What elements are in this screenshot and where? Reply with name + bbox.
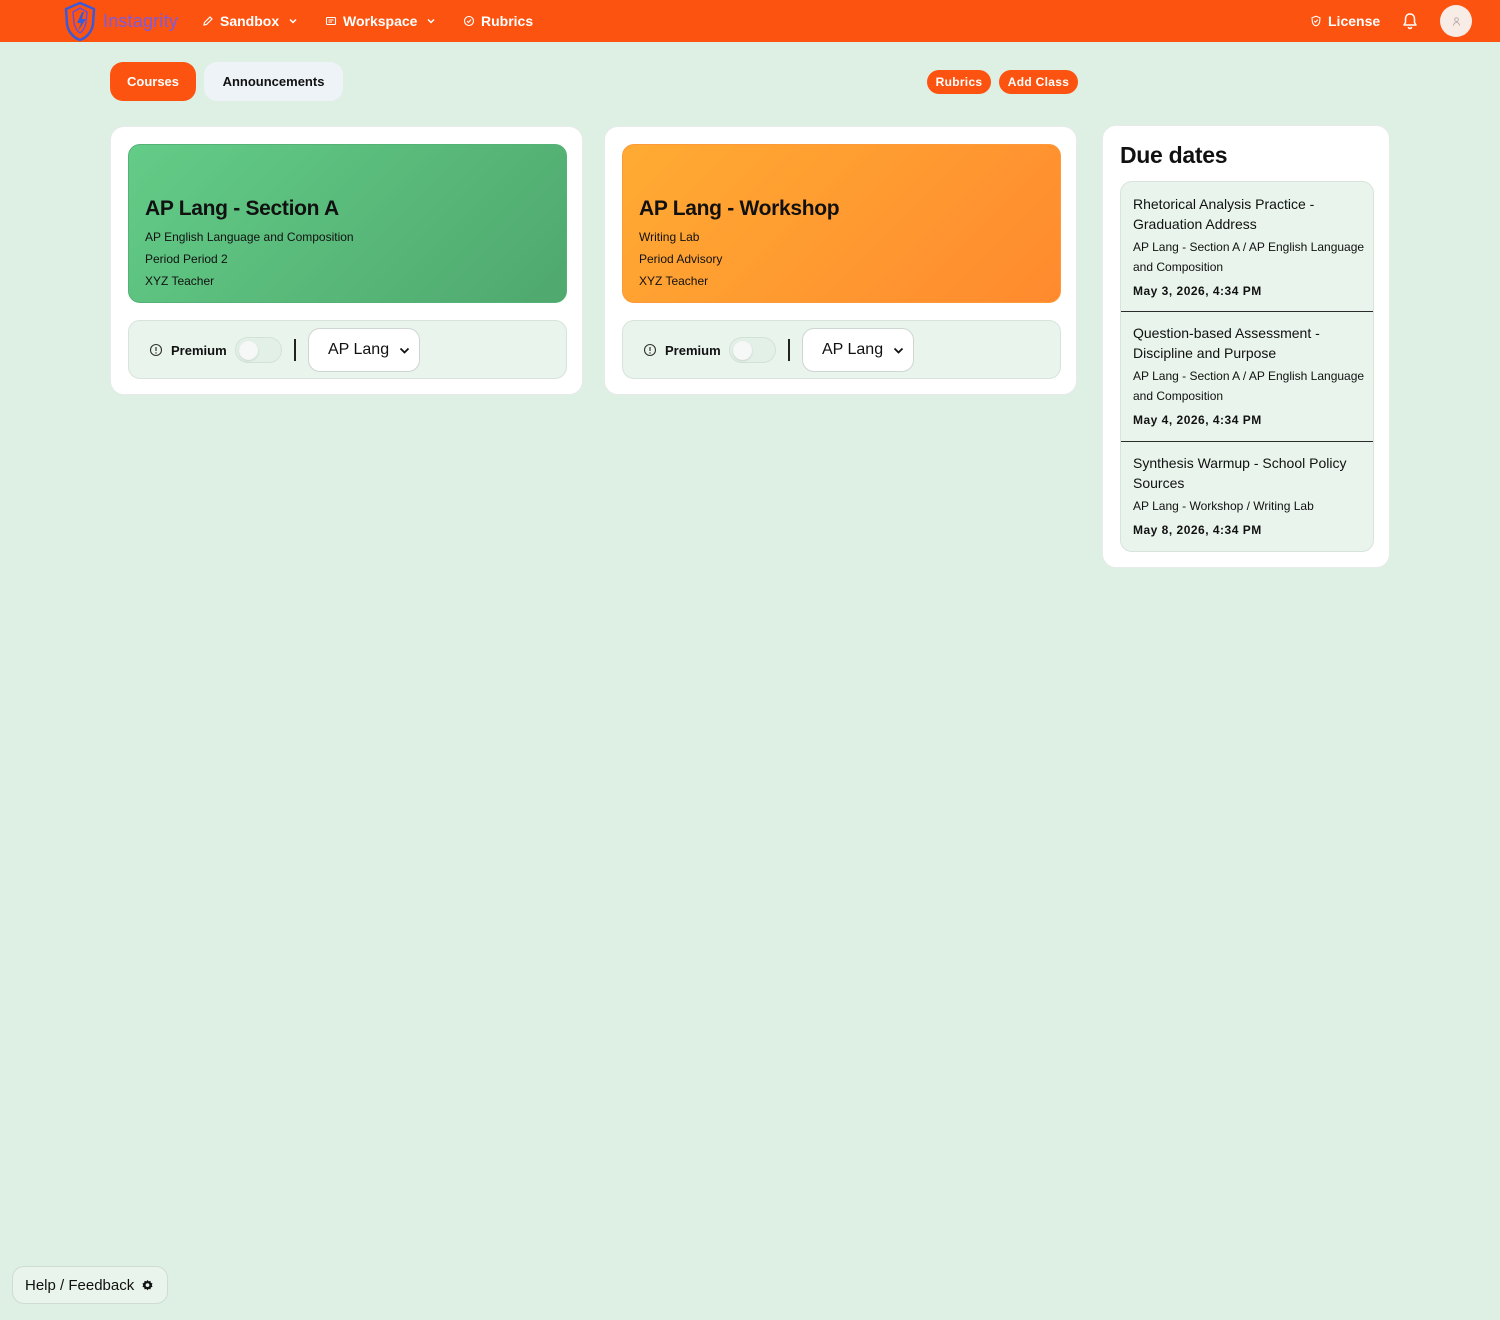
due-item-title: Rhetorical Analysis Practice - Graduatio…	[1133, 196, 1315, 232]
course-title: AP Lang - Section A	[145, 197, 339, 220]
nav-sandbox-label: Sandbox	[220, 13, 280, 29]
add-class-button[interactable]: Add Class	[999, 70, 1078, 94]
nav-license[interactable]: License	[1310, 0, 1380, 42]
toggle-knob	[733, 341, 752, 360]
info-icon[interactable]	[149, 343, 163, 357]
bell-icon[interactable]	[1400, 11, 1420, 31]
due-item-course: AP Lang - Section A / AP English Languag…	[1133, 369, 1365, 403]
course-controls: Premium AP Lang	[622, 320, 1061, 379]
premium-toggle[interactable]	[729, 337, 776, 363]
premium-toggle[interactable]	[235, 337, 282, 363]
due-item-course: AP Lang - Workshop / Writing Lab	[1133, 499, 1314, 513]
course-teacher: XYZ Teacher	[145, 274, 215, 288]
course-banner[interactable]: AP Lang - Workshop Writing Lab Period Ad…	[622, 144, 1061, 303]
due-item-course: AP Lang - Section A / AP English Languag…	[1133, 240, 1365, 274]
check-circle-icon	[463, 15, 475, 27]
rubrics-button[interactable]: Rubrics	[927, 70, 991, 94]
nav-workspace[interactable]: Workspace	[325, 0, 437, 42]
course-period: Period Period 2	[145, 252, 228, 266]
due-item-date: May 3, 2026, 4:34 PM	[1133, 284, 1262, 298]
due-item[interactable]: Rhetorical Analysis Practice - Graduatio…	[1121, 182, 1373, 312]
logo[interactable]: Instagrity	[60, 0, 178, 42]
gear-icon	[142, 1279, 153, 1291]
due-dates-title: Due dates	[1120, 142, 1228, 168]
toggle-knob	[239, 341, 258, 360]
divider	[294, 339, 296, 361]
course-select-value: AP Lang	[822, 341, 884, 358]
shield-check-icon	[1311, 15, 1321, 27]
premium-label: Premium	[171, 343, 227, 358]
due-item[interactable]: Synthesis Warmup - School Policy Sources…	[1121, 441, 1373, 551]
due-item[interactable]: Question-based Assessment - Discipline a…	[1121, 311, 1373, 441]
help-label: Help / Feedback	[25, 1276, 135, 1294]
chevron-down-icon	[289, 18, 297, 24]
user-icon	[1452, 16, 1460, 26]
top-nav-bar: Instagrity Sandbox Workspace Rubrics Lic…	[0, 0, 1500, 42]
pencil-icon	[203, 16, 213, 26]
divider	[788, 339, 790, 361]
course-select[interactable]: AP Lang	[802, 328, 914, 372]
nav-workspace-label: Workspace	[343, 13, 418, 29]
info-icon[interactable]	[643, 343, 657, 357]
tab-courses[interactable]: Courses	[110, 62, 196, 101]
course-title: AP Lang - Workshop	[639, 197, 840, 220]
chevron-down-icon	[427, 18, 435, 24]
course-select-value: AP Lang	[328, 341, 390, 358]
document-icon	[325, 16, 337, 26]
course-banner[interactable]: AP Lang - Section A AP English Language …	[128, 144, 567, 303]
due-dates-panel: Due dates Rhetorical Analysis Practice -…	[1102, 125, 1390, 568]
course-select[interactable]: AP Lang	[308, 328, 420, 372]
shield-logo-icon	[64, 1, 96, 42]
chevron-down-icon	[893, 347, 904, 354]
tab-announcements[interactable]: Announcements	[204, 62, 343, 101]
course-subtitle: Writing Lab	[639, 230, 700, 244]
due-item-date: May 4, 2026, 4:34 PM	[1133, 413, 1262, 427]
due-dates-list: Rhetorical Analysis Practice - Graduatio…	[1120, 181, 1374, 552]
course-controls: Premium AP Lang	[128, 320, 567, 379]
chevron-down-icon	[399, 347, 410, 354]
nav-rubrics-label: Rubrics	[481, 13, 534, 29]
due-item-date: May 8, 2026, 4:34 PM	[1133, 523, 1262, 537]
due-item-title: Synthesis Warmup - School Policy Sources	[1133, 455, 1347, 491]
course-period: Period Advisory	[639, 252, 723, 266]
course-card: AP Lang - Section A AP English Language …	[110, 126, 583, 395]
nav-sandbox[interactable]: Sandbox	[202, 0, 299, 42]
logo-text: Instagrity	[103, 10, 179, 31]
course-teacher: XYZ Teacher	[639, 274, 709, 288]
nav-license-label: License	[1328, 13, 1381, 29]
avatar[interactable]	[1440, 5, 1472, 37]
course-card: AP Lang - Workshop Writing Lab Period Ad…	[604, 126, 1077, 395]
help-feedback-button[interactable]: Help / Feedback	[12, 1266, 168, 1304]
course-subtitle: AP English Language and Composition	[145, 230, 354, 244]
nav-rubrics[interactable]: Rubrics	[463, 0, 533, 42]
premium-label: Premium	[665, 343, 721, 358]
due-item-title: Question-based Assessment - Discipline a…	[1133, 325, 1320, 361]
